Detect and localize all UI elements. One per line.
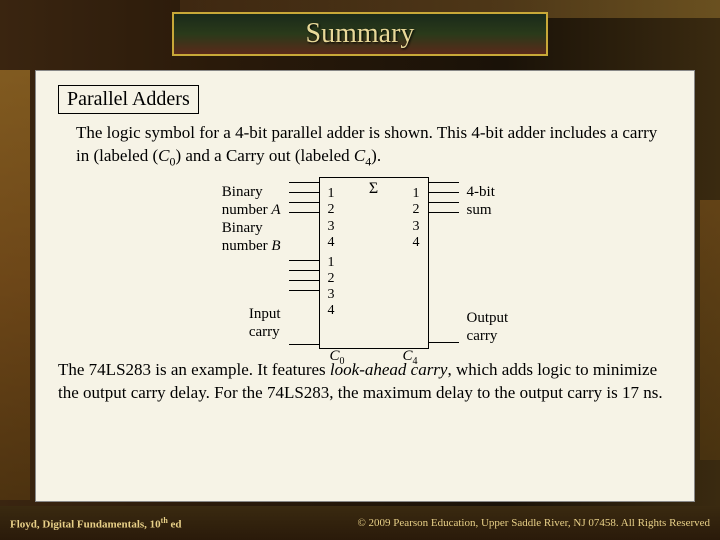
- label-a-italic: A: [271, 202, 280, 218]
- label-cin-line1: Input: [249, 306, 281, 322]
- label-sum: 4-bit sum: [467, 183, 495, 219]
- footer-right: © 2009 Pearson Education, Upper Saddle R…: [357, 517, 710, 529]
- content-panel: Parallel Adders The logic symbol for a 4…: [35, 70, 695, 502]
- footer-sup: th: [161, 516, 168, 525]
- pin-b1: 1: [328, 255, 335, 271]
- pin-a3: 3: [328, 219, 335, 235]
- c0-s: 0: [340, 356, 345, 367]
- c0-label: C0: [330, 348, 345, 367]
- c0-c: C: [330, 348, 340, 364]
- title-bar: Summary: [172, 12, 548, 56]
- pins-left: 1 2 3 4 1 2 3 4: [328, 186, 335, 344]
- pin-s2: 2: [413, 202, 420, 218]
- footer-ed: ed: [168, 518, 182, 530]
- pin-b2: 2: [328, 271, 335, 287]
- label-b-line2: number: [222, 238, 272, 254]
- pin-a4: 4: [328, 235, 335, 251]
- diagram-right-labels: 4-bit sum Output carry: [467, 177, 509, 349]
- pin-b4: 4: [328, 303, 335, 319]
- c4-s: 4: [413, 356, 418, 367]
- page-title: Summary: [306, 18, 415, 50]
- label-cin-line2: carry: [249, 324, 280, 340]
- footer-left: Floyd, Digital Fundamentals, 10th ed: [10, 516, 182, 531]
- pins-right: 1 2 3 4: [413, 186, 420, 344]
- carry-row: C0 C4: [328, 344, 420, 369]
- diagram-left-labels: Binary number A Binary number B Input ca…: [222, 177, 281, 349]
- label-cout-line2: carry: [467, 328, 498, 344]
- footer-bar: Floyd, Digital Fundamentals, 10th ed © 2…: [0, 506, 720, 540]
- c4-label: C4: [403, 348, 418, 367]
- p2-text-a: The 74LS283 is an example. It features: [58, 360, 330, 379]
- label-sum-line1: 4-bit: [467, 184, 495, 200]
- label-cout-line1: Output: [467, 310, 509, 326]
- label-a-line1: Binary: [222, 184, 263, 200]
- c4-c: C: [403, 348, 413, 364]
- p1-text-c: ).: [371, 146, 381, 165]
- label-output-carry: Output carry: [467, 309, 509, 347]
- p1-c4-c: C: [354, 146, 365, 165]
- wires-right: [429, 177, 459, 349]
- wires-left: [289, 177, 319, 349]
- footer-book: Floyd, Digital Fundamentals, 10: [10, 518, 161, 530]
- label-binary-a: Binary number A: [222, 183, 281, 219]
- p1-text-b: ) and a Carry out (labeled: [175, 146, 353, 165]
- label-b-italic: B: [271, 238, 280, 254]
- adder-block: Σ 1 2 3 4 1 2 3 4 1 2 3 4: [319, 177, 429, 349]
- pin-s3: 3: [413, 219, 420, 235]
- adder-diagram: Binary number A Binary number B Input ca…: [58, 177, 672, 349]
- p1-c0-c: C: [158, 146, 169, 165]
- label-a-line2: number: [222, 202, 272, 218]
- label-b-line1: Binary: [222, 220, 263, 236]
- label-input-carry: Input carry: [249, 305, 281, 343]
- pin-b3: 3: [328, 287, 335, 303]
- sigma-label: Σ: [320, 180, 428, 198]
- label-sum-line2: sum: [467, 202, 492, 218]
- label-binary-b: Binary number B: [222, 219, 281, 255]
- pin-a2: 2: [328, 202, 335, 218]
- section-heading: Parallel Adders: [58, 85, 199, 114]
- paragraph-1: The logic symbol for a 4-bit parallel ad…: [58, 122, 672, 169]
- pin-s4: 4: [413, 235, 420, 251]
